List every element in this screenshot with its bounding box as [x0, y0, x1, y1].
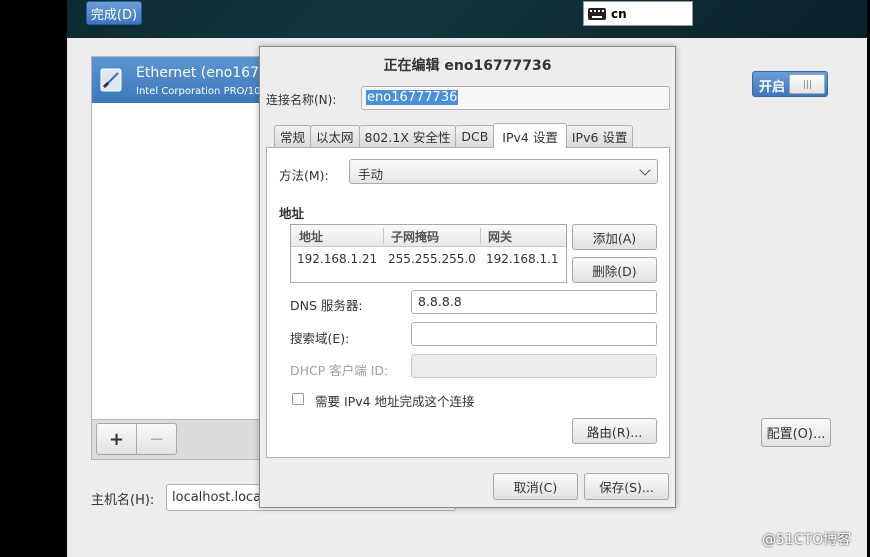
device-description: Intel Corporation PRO/10 [136, 86, 261, 97]
tab-dcb[interactable]: DCB [455, 125, 495, 147]
routes-button[interactable]: 路由(R)... [572, 418, 657, 444]
method-value: 手动 [358, 167, 384, 182]
column-address[interactable]: 地址 [299, 228, 323, 245]
dns-servers-input[interactable]: 8.8.8.8 [411, 290, 657, 314]
device-item-ethernet[interactable]: Ethernet (eno167 Intel Corporation PRO/1… [92, 57, 265, 103]
chevron-down-icon [639, 164, 651, 176]
top-bar [67, 0, 867, 38]
device-name: Ethernet (eno167 [136, 65, 259, 81]
remove-device-button[interactable]: − [136, 423, 177, 455]
connection-name-input[interactable]: eno16777736 [361, 86, 670, 110]
cell-gateway: 192.168.1.1 [486, 252, 559, 266]
toggle-label: 开启 [759, 80, 786, 95]
tab-ipv4-settings[interactable]: IPv4 设置 [493, 123, 567, 148]
hostname-label: 主机名(H): [91, 493, 155, 508]
dialog-title: 正在编辑 eno16777736 [383, 58, 552, 74]
ethernet-icon [100, 68, 122, 92]
keyboard-icon [588, 7, 606, 20]
delete-address-button[interactable]: 删除(D) [572, 257, 657, 283]
edit-connection-dialog: 正在编辑 eno16777736 连接名称(N): eno16777736 常规… [259, 46, 676, 508]
column-netmask[interactable]: 子网掩码 [391, 228, 439, 245]
connection-toggle[interactable]: 开启 [752, 71, 828, 97]
cell-address: 192.168.1.21 [297, 252, 378, 266]
save-button[interactable]: 保存(S)... [584, 473, 669, 500]
settings-tabs: 常规 以太网 802.1X 安全性 DCB IPv4 设置 IPv6 设置 [274, 123, 634, 148]
watermark: @51CTO博客 [762, 532, 852, 548]
dhcp-client-id-label: DHCP 客户端 ID: [290, 363, 389, 378]
device-list: Ethernet (eno167 Intel Corporation PRO/1… [91, 56, 266, 420]
cell-netmask: 255.255.255.0 [388, 252, 476, 266]
add-address-button[interactable]: 添加(A) [572, 224, 657, 250]
column-gateway[interactable]: 网关 [488, 228, 512, 245]
method-select[interactable]: 手动 [349, 159, 658, 184]
device-list-toolbar: + − [91, 420, 266, 460]
toggle-knob[interactable] [789, 74, 825, 94]
cancel-button[interactable]: 取消(C) [493, 473, 578, 500]
column-divider [383, 228, 384, 244]
address-heading: 地址 [279, 206, 305, 221]
tab-ipv6-settings[interactable]: IPv6 设置 [565, 125, 634, 147]
configure-button[interactable]: 配置(O)... [761, 418, 831, 447]
method-label: 方法(M): [279, 168, 329, 183]
column-divider [480, 228, 481, 244]
done-button[interactable]: 完成(D) [86, 1, 142, 25]
tab-8021x-security[interactable]: 802.1X 安全性 [358, 125, 457, 147]
add-device-button[interactable]: + [96, 423, 137, 455]
dhcp-client-id-input [411, 354, 657, 378]
tab-general[interactable]: 常规 [274, 125, 312, 147]
dns-servers-label: DNS 服务器: [290, 298, 363, 313]
require-ipv4-label[interactable]: 需要 IPv4 地址完成这个连接 [315, 391, 475, 410]
keyboard-layout-label: cn [611, 6, 627, 21]
address-table-header: 地址 子网掩码 网关 [291, 225, 566, 247]
keyboard-layout-indicator[interactable]: cn [583, 1, 693, 26]
require-ipv4-checkbox[interactable] [292, 393, 304, 405]
tab-ethernet[interactable]: 以太网 [310, 125, 360, 147]
search-domains-label: 搜索域(E): [290, 331, 350, 346]
connection-name-value: eno16777736 [366, 90, 459, 105]
ipv4-settings-panel: 方法(M): 手动 地址 地址 子网掩码 网关 192.168.1.21 255… [266, 147, 670, 458]
search-domains-input[interactable] [411, 322, 657, 346]
connection-name-label: 连接名称(N): [266, 93, 337, 107]
address-table[interactable]: 地址 子网掩码 网关 192.168.1.21 255.255.255.0 19… [290, 224, 567, 283]
